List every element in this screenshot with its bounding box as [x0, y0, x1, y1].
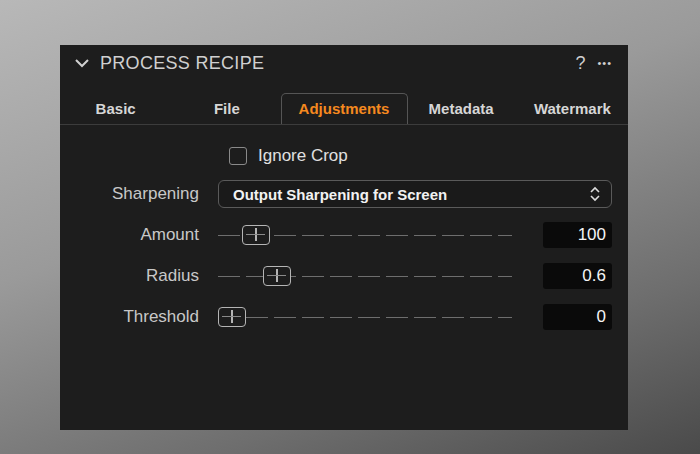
ignore-crop-label[interactable]: Ignore Crop	[258, 146, 348, 166]
sharpening-label: Sharpening	[60, 184, 199, 204]
panel-header[interactable]: PROCESS RECIPE? •••	[60, 45, 628, 81]
tab[interactable]: Metadata	[406, 93, 517, 124]
collapse-chevron-icon[interactable]	[74, 58, 90, 68]
slider-track[interactable]	[218, 306, 512, 328]
slider-value-field[interactable]: 0.6	[543, 263, 612, 289]
ignore-crop-checkbox[interactable]	[229, 147, 247, 165]
tab[interactable]: Watermark	[517, 93, 628, 124]
sharpening-row: Sharpening Output Sharpening for Screen	[60, 180, 628, 208]
process-recipe-panel: PROCESS RECIPE? ••• BasicFileAdjustmentsMe…	[60, 45, 628, 430]
sharpening-dropdown[interactable]: Output Sharpening for Screen	[218, 180, 612, 208]
tab[interactable]: File	[171, 93, 282, 124]
more-menu-button[interactable]: •••	[597, 57, 612, 69]
updown-chevron-icon	[589, 186, 601, 202]
slider-row: Threshold 0	[60, 303, 628, 331]
slider-label: Amount	[60, 225, 199, 245]
slider-label: Radius	[60, 266, 199, 286]
slider-row: Amount 100	[60, 221, 628, 249]
slider-value-field[interactable]: 100	[543, 222, 612, 248]
help-button[interactable]: ?	[575, 53, 585, 74]
slider-handle[interactable]	[218, 307, 246, 327]
slider-value-field[interactable]: 0	[543, 304, 612, 330]
tab[interactable]: Basic	[60, 93, 171, 124]
slider-row: Radius 0.6	[60, 262, 628, 290]
slider-handle[interactable]	[242, 225, 270, 245]
slider-track[interactable]	[218, 224, 512, 246]
background-photo: PROCESS RECIPE? ••• BasicFileAdjustmentsMe…	[0, 0, 700, 454]
tab[interactable]: Adjustments	[281, 93, 408, 124]
slider-label: Threshold	[60, 307, 199, 327]
panel-title: PROCESS RECIPE	[100, 53, 264, 74]
sharpening-value: Output Sharpening for Screen	[233, 186, 447, 203]
tab-bar: BasicFileAdjustmentsMetadataWatermark	[60, 93, 628, 125]
ignore-crop-row: Ignore Crop	[60, 145, 628, 167]
slider-track[interactable]	[218, 265, 512, 287]
slider-handle[interactable]	[263, 266, 291, 286]
